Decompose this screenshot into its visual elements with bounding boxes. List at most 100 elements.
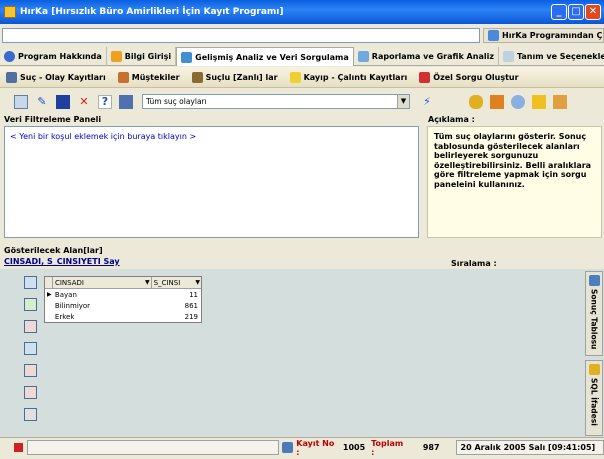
- window-title: HırKa [Hırsızlık Büro Amirlikleri İçin K…: [20, 7, 284, 17]
- cell-count: 861: [184, 301, 198, 310]
- top-field[interactable]: [2, 28, 480, 43]
- save-icon[interactable]: [56, 94, 70, 109]
- title-bar: HırKa [Hırsızlık Büro Amirlikleri İçin K…: [0, 0, 604, 24]
- record-label: Kayıt No :: [296, 438, 335, 457]
- total-label: Toplam :: [371, 438, 404, 457]
- tab-gelismis-analiz[interactable]: Gelişmiş Analiz ve Veri Sorgulama: [176, 47, 354, 66]
- subtab-label: Kayıp - Çalıntı Kayıtları: [303, 72, 408, 82]
- total-value: 987: [422, 443, 440, 452]
- subtab-label: Müştekiler: [131, 72, 180, 82]
- subtab-kayip[interactable]: Kayıp - Çalıntı Kayıtları: [284, 67, 414, 88]
- chevron-down-icon[interactable]: ▼: [397, 95, 409, 108]
- help-button[interactable]: ?: [98, 94, 112, 109]
- column-header[interactable]: S_CINSI ▼: [152, 277, 201, 288]
- grid-export-icon[interactable]: [24, 276, 37, 289]
- toolbar: ✎ ✕ ? Tüm suç olayları ▼ ⚡: [0, 90, 604, 113]
- minimize-button[interactable]: _: [551, 4, 567, 20]
- add-condition-link[interactable]: < Yeni bir koşul eklemek için buraya tık…: [10, 132, 196, 141]
- report-export-icon[interactable]: [24, 386, 37, 399]
- datetime: 20 Aralık 2005 Salı [09:41:05]: [455, 440, 604, 455]
- subtab-label: Suç - Olay Kayıtları: [20, 72, 106, 82]
- export-icon[interactable]: [532, 94, 546, 109]
- record-no: 1005: [342, 443, 366, 452]
- table-row[interactable]: Erkek 219: [45, 311, 201, 322]
- result-tab-label: Sonuç Tablosu: [589, 289, 599, 350]
- description-text: Tüm suç olaylarını gösterir. Sonuç tablo…: [427, 126, 602, 238]
- grid-header: CINSADI ▼ S_CINSI ▼: [45, 277, 201, 289]
- row-indicator-header: [45, 277, 53, 288]
- delete-icon[interactable]: ✕: [77, 95, 91, 109]
- html-icon[interactable]: [24, 364, 37, 377]
- settings-icon: [502, 51, 514, 62]
- tab-label: Program Hakkında: [18, 52, 102, 61]
- query-select-value: Tüm suç olayları: [146, 97, 207, 106]
- subtab-mustekiler[interactable]: Müştekiler: [112, 67, 186, 88]
- tab-tanim[interactable]: Tanım ve Seçenekler: [499, 47, 604, 66]
- fields-title: Gösterilecek Alan[lar]: [4, 246, 103, 255]
- result-grid[interactable]: CINSADI ▼ S_CINSI ▼ ▶ Bayan 11 Bilinmiyor …: [44, 276, 202, 323]
- subtab-ozel-sorgu[interactable]: Özel Sorgu Oluştur: [413, 67, 524, 88]
- maximize-button[interactable]: □: [568, 4, 584, 20]
- grid-side-toolbar: [24, 276, 38, 430]
- exit-button[interactable]: HırKa Programından Çık: [483, 28, 604, 43]
- report-icon: [357, 51, 369, 62]
- new-icon[interactable]: [14, 94, 28, 109]
- table-row[interactable]: Bilinmiyor 861: [45, 300, 201, 311]
- exit-icon: [488, 30, 499, 41]
- sub-tabs: Suç - Olay Kayıtları Müştekiler Suçlu [Z…: [0, 67, 604, 88]
- suspect-icon: [191, 71, 203, 83]
- main-tabs: Program Hakkında Bilgi Girişi Gelişmiş A…: [0, 47, 604, 66]
- tab-raporlama[interactable]: Raporlama ve Grafik Analiz: [354, 47, 499, 66]
- table-row[interactable]: ▶ Bayan 11: [45, 289, 201, 300]
- row-indicator: [45, 300, 53, 311]
- sql-icon: [588, 364, 600, 375]
- tab-bilgi-girisi[interactable]: Bilgi Girişi: [107, 47, 177, 66]
- row-indicator: [45, 311, 53, 322]
- chevron-down-icon[interactable]: ▼: [195, 279, 200, 286]
- tab-label: Raporlama ve Grafik Analiz: [371, 52, 494, 61]
- chevron-down-icon[interactable]: ▼: [145, 279, 150, 286]
- list-icon: [6, 71, 17, 83]
- subtab-label: Suçlu [Zanlı] lar: [205, 72, 278, 82]
- pdf-icon[interactable]: [24, 320, 37, 333]
- tab-label: Gelişmiş Analiz ve Veri Sorgulama: [195, 52, 349, 62]
- subtab-suclular[interactable]: Suçlu [Zanlı] lar: [186, 67, 284, 88]
- tab-label: Tanım ve Seçenekler: [516, 52, 604, 61]
- print-icon[interactable]: [553, 94, 567, 109]
- subtab-label: Özel Sorgu Oluştur: [433, 72, 519, 82]
- tab-program-hakkinda[interactable]: Program Hakkında: [0, 47, 107, 66]
- sql-tab-label: SQL İfadesi: [589, 378, 599, 426]
- cell-name: Erkek: [54, 312, 75, 321]
- status-field: [26, 440, 280, 455]
- app-icon: [4, 6, 16, 18]
- analysis-icon: [181, 51, 193, 63]
- table-icon: [588, 275, 600, 286]
- star-icon: [289, 71, 301, 83]
- column-header-label: CINSADI: [54, 278, 84, 287]
- tab-sql[interactable]: SQL İfadesi: [585, 360, 603, 436]
- search-icon[interactable]: [511, 94, 525, 109]
- tab-result-table[interactable]: Sonuç Tablosu: [585, 271, 603, 356]
- filter-panel-title: Veri Filtreleme Paneli: [4, 115, 102, 124]
- filter-panel[interactable]: < Yeni bir koşul eklemek için buraya tık…: [4, 126, 419, 238]
- open-icon[interactable]: [119, 94, 133, 109]
- edit-icon[interactable]: ✎: [35, 95, 49, 109]
- info-icon: [4, 51, 15, 62]
- tab-label: Bilgi Girişi: [124, 52, 172, 61]
- status-indicator: [14, 443, 23, 452]
- top-bar: HırKa Programından Çık: [0, 27, 604, 45]
- fields-value[interactable]: CINSADI, S_CINSIYETI Say: [4, 257, 120, 266]
- column-header-label: S_CINSI: [153, 278, 181, 287]
- word-icon[interactable]: [24, 342, 37, 355]
- excel-icon[interactable]: [24, 298, 37, 311]
- arrow-icon: [110, 51, 122, 62]
- query-select[interactable]: Tüm suç olayları ▼: [142, 94, 410, 109]
- subtab-suc-olay[interactable]: Suç - Olay Kayıtları: [0, 67, 112, 88]
- printer-icon[interactable]: [24, 408, 37, 421]
- run-icon[interactable]: ⚡: [420, 95, 434, 109]
- column-header[interactable]: CINSADI ▼: [53, 277, 152, 288]
- chart-icon[interactable]: [490, 94, 504, 109]
- current-row-indicator: ▶: [47, 291, 52, 298]
- close-button[interactable]: ✕: [585, 4, 601, 20]
- wizard-icon[interactable]: [469, 94, 483, 109]
